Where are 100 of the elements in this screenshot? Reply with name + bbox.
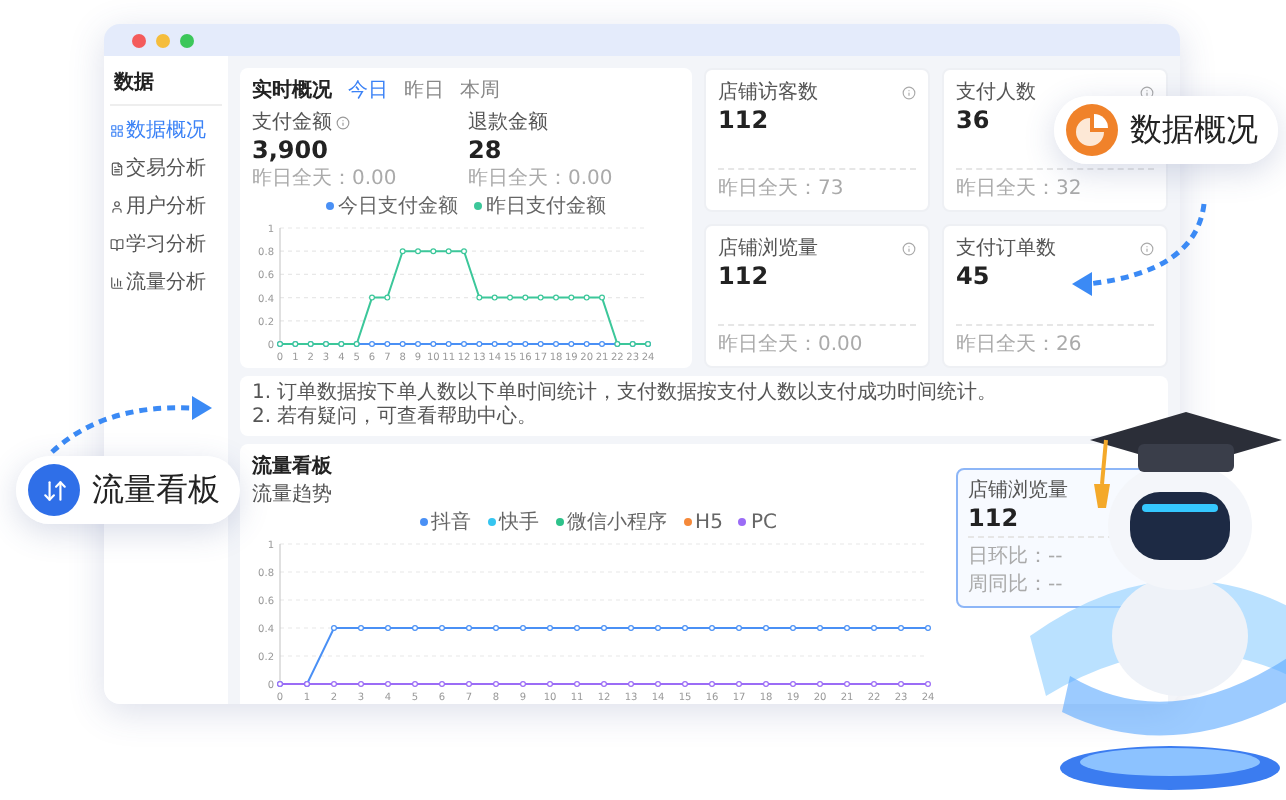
- maximize-button[interactable]: [180, 33, 194, 47]
- data-point: [384, 294, 391, 301]
- card-value: 36: [956, 106, 990, 134]
- data-point: [736, 625, 742, 631]
- data-point: [415, 248, 421, 255]
- document-icon: [110, 161, 124, 175]
- data-point: [537, 294, 544, 301]
- data-point: [520, 625, 526, 631]
- card-label: 支付订单数: [956, 235, 1056, 262]
- sidebar-item[interactable]: 用户分析: [110, 192, 222, 220]
- data-point: [599, 294, 605, 301]
- data-point: [568, 294, 575, 301]
- data-point: [507, 294, 513, 301]
- data-point: [445, 248, 452, 255]
- sidebar-title: 数据: [110, 68, 222, 106]
- card-value: 112: [718, 262, 769, 290]
- data-point: [763, 681, 769, 687]
- data-point: [537, 341, 544, 347]
- period-tab[interactable]: 昨日: [404, 76, 444, 104]
- legend-item: PC: [738, 508, 777, 536]
- data-point: [844, 625, 850, 631]
- card-label: 支付人数: [956, 79, 1036, 106]
- info-icon[interactable]: [902, 241, 916, 255]
- minimize-button[interactable]: [156, 33, 170, 47]
- info-icon[interactable]: [1140, 85, 1154, 99]
- sort-icon: [28, 464, 80, 516]
- grid-icon: [110, 123, 124, 137]
- note-text: 1. 订单数据按下单人数以下单时间统计，支付数据按支付人数以支付成功时间统计。: [252, 382, 1000, 405]
- data-point: [601, 625, 607, 631]
- data-point: [568, 341, 575, 347]
- data-point: [466, 681, 472, 687]
- legend-item: 今日支付金额: [326, 192, 458, 220]
- data-point: [925, 625, 931, 631]
- data-point: [682, 681, 688, 687]
- period-tab[interactable]: 今日: [348, 76, 388, 104]
- card-label: 店铺访客数: [718, 79, 818, 106]
- data-point: [898, 681, 904, 687]
- data-point: [583, 341, 590, 347]
- data-point: [574, 681, 580, 687]
- data-point: [331, 681, 337, 687]
- card-comparison: 昨日全天：0.00: [718, 332, 863, 358]
- data-point: [476, 341, 483, 347]
- data-point: [817, 681, 823, 687]
- data-point: [736, 681, 742, 687]
- card-comparison: 昨日全天：73: [718, 176, 844, 202]
- person-icon: [110, 199, 124, 213]
- close-button[interactable]: [132, 33, 146, 47]
- metric-comparison: 昨日全天：0.00: [468, 166, 613, 192]
- legend-item: H5: [683, 508, 723, 536]
- data-point: [461, 248, 467, 255]
- data-point: [415, 341, 421, 347]
- section-title: 实时概况: [252, 76, 332, 104]
- data-point: [369, 294, 375, 301]
- data-point: [461, 341, 467, 347]
- data-point: [522, 294, 529, 301]
- data-point: [553, 294, 559, 301]
- period-tab[interactable]: 本周: [460, 76, 500, 104]
- data-point: [601, 681, 607, 687]
- data-point: [491, 341, 498, 347]
- card-comparison: 日环比：--: [968, 543, 1063, 570]
- data-point: [520, 681, 526, 687]
- data-point: [369, 341, 375, 347]
- data-point: [574, 625, 580, 631]
- sidebar-item[interactable]: 交易分析: [110, 154, 222, 182]
- data-point: [439, 625, 445, 631]
- data-point: [871, 625, 877, 631]
- data-point: [358, 625, 364, 631]
- data-point: [628, 681, 634, 687]
- metric-comparison: 昨日全天：0.00: [252, 166, 397, 192]
- data-point: [466, 625, 472, 631]
- card-value: 112: [718, 106, 769, 134]
- info-icon[interactable]: [902, 85, 916, 99]
- card-value: 112: [968, 504, 1019, 532]
- legend-item: 快手: [487, 508, 540, 536]
- sidebar-item[interactable]: 学习分析: [110, 230, 222, 258]
- sidebar-item[interactable]: 数据概况: [110, 116, 222, 144]
- metric-label: 支付金额: [252, 109, 332, 136]
- badge-label: 流量看板: [92, 469, 220, 511]
- info-icon[interactable]: [1140, 241, 1154, 255]
- pie-chart-icon: [1066, 104, 1118, 156]
- data-point: [412, 625, 418, 631]
- data-point: [445, 341, 452, 347]
- data-point: [898, 625, 904, 631]
- data-point: [385, 681, 391, 687]
- data-point: [655, 681, 661, 687]
- data-point: [491, 294, 498, 301]
- data-point: [553, 341, 559, 347]
- info-icon[interactable]: [336, 115, 350, 129]
- sidebar-item[interactable]: 流量分析: [110, 268, 222, 296]
- card-comparison: 昨日全天：26: [956, 332, 1082, 358]
- note-text: 2. 若有疑问，可查看帮助中心。: [252, 406, 540, 430]
- metric-label: 退款金额: [468, 109, 548, 136]
- data-point: [790, 625, 796, 631]
- data-point: [871, 681, 877, 687]
- badge-label: 数据概况: [1130, 109, 1258, 151]
- data-point: [522, 341, 529, 347]
- metric-value: 28: [468, 136, 502, 164]
- data-point: [817, 625, 823, 631]
- legend-item: 抖音: [419, 508, 472, 536]
- card-value: 45: [956, 262, 990, 290]
